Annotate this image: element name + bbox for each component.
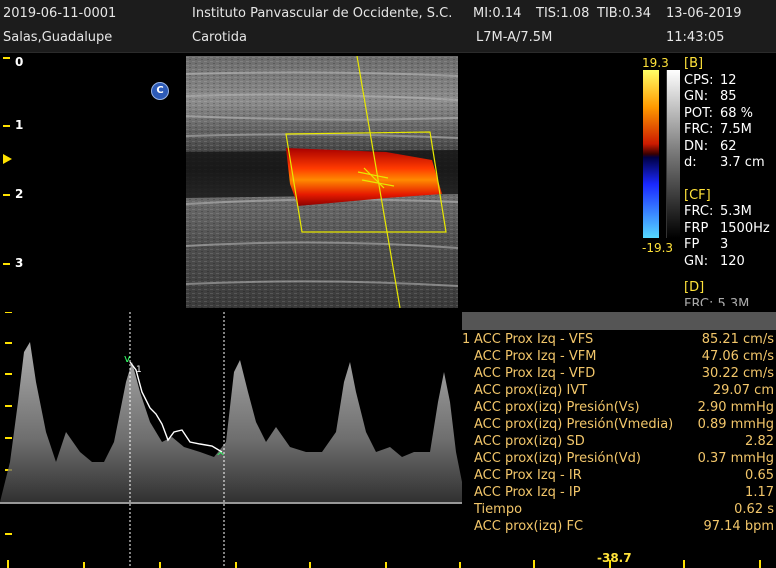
- orientation-badge-icon: C: [151, 82, 169, 100]
- depth-label: 0: [15, 55, 24, 69]
- exam-id: 2019-06-11-0001: [3, 6, 117, 21]
- measurement-row[interactable]: ACC Prox Izq - IR 0.65: [462, 468, 776, 485]
- header-bar: 2019-06-11-0001 Instituto Panvascular de…: [0, 0, 776, 53]
- exam-time: 11:43:05: [666, 30, 725, 45]
- cf-mode-header: [CF]: [684, 187, 711, 203]
- param-panel: [B] CPS: 12 GN: 85 POT: 68 % FRC: 7.5M DN: 62…: [684, 56, 776, 306]
- d-mode-partial: FRC: 5.3M: [684, 296, 750, 306]
- depth-tick: [3, 263, 10, 265]
- focus-marker-icon[interactable]: [3, 154, 12, 164]
- doppler-scale-readout: -38.7: [597, 551, 632, 565]
- param-row: GN: 120: [684, 253, 745, 269]
- measurement-row[interactable]: ACC prox(izq) FC 97.14 bpm: [462, 519, 776, 536]
- bmode-image[interactable]: [186, 56, 458, 308]
- colorbar-min: -19.3: [642, 241, 674, 255]
- param-row: FRC: 5.3M: [684, 204, 752, 219]
- exam-date: 13-06-2019: [666, 6, 742, 21]
- tib-readout: TIB:0.34: [597, 6, 652, 21]
- param-row: CPS: 12: [684, 72, 737, 88]
- param-row: d: 3.7 cm: [684, 155, 765, 170]
- depth-label: 2: [15, 187, 24, 201]
- measurement-row[interactable]: ACC Prox Izq - IP 1.17: [462, 485, 776, 502]
- param-row: POT: 68 %: [684, 105, 754, 121]
- measurement-row[interactable]: ACC prox(izq) IVT 29.07 cm: [462, 383, 776, 400]
- institution-name: Instituto Panvascular de Occidente, S.C.: [192, 6, 453, 21]
- doppler-spectrum[interactable]: v 1 ^: [0, 312, 462, 568]
- measurement-row[interactable]: Tiempo 0.62 s: [462, 502, 776, 519]
- measurement-panel-header: [462, 312, 776, 330]
- measurement-row[interactable]: 1 ACC Prox Izq - VFS 85.21 cm/s: [462, 332, 776, 349]
- depth-tick: [3, 57, 10, 59]
- param-row: FRC: 7.5M: [684, 122, 752, 137]
- measurement-row[interactable]: ACC Prox Izq - VFM 47.06 cm/s: [462, 349, 776, 366]
- patient-name: Salas,Guadalupe: [3, 30, 113, 45]
- measurement-row[interactable]: ACC prox(izq) Presión(Vd) 0.37 mmHg: [462, 451, 776, 468]
- d-mode-header: [D]: [684, 280, 705, 295]
- depth-tick: [3, 125, 10, 127]
- probe-name: L7M-A/7.5M: [476, 30, 553, 45]
- measurement-row[interactable]: ACC Prox Izq - VFD 30.22 cm/s: [462, 366, 776, 383]
- param-row: FRP 1500Hz: [684, 220, 770, 236]
- study-name: Carotida: [192, 30, 247, 45]
- param-row: GN: 85: [684, 89, 737, 104]
- measurement-row[interactable]: ACC prox(izq) SD 2.82: [462, 434, 776, 451]
- measurement-row[interactable]: ACC prox(izq) Presión(Vmedia) 0.89 mmHg: [462, 417, 776, 434]
- param-row: FP 3: [684, 237, 729, 252]
- tis-readout: TIS:1.08: [536, 6, 590, 21]
- measurement-list: 1 ACC Prox Izq - VFS 85.21 cm/s ACC Prox I…: [462, 332, 776, 540]
- time-scale-ticks: [7, 560, 461, 568]
- end-diastolic-marker-icon[interactable]: ^: [216, 450, 225, 463]
- depth-tick: [3, 194, 10, 196]
- measurement-index-icon: 1: [136, 365, 142, 375]
- colorbar: [643, 70, 659, 238]
- param-row: DN: 62: [684, 138, 737, 154]
- depth-scale: 0 1 2 3: [0, 52, 40, 312]
- depth-label: 1: [15, 118, 24, 132]
- grayscale-bar: [666, 70, 680, 238]
- peak-systolic-marker-icon[interactable]: v: [124, 352, 131, 365]
- spectral-waveform: [0, 342, 462, 504]
- b-mode-header: [B]: [684, 56, 704, 71]
- measurement-row[interactable]: ACC prox(izq) Presión(Vs) 2.90 mmHg: [462, 400, 776, 417]
- colorbar-max: 19.3: [642, 56, 669, 70]
- mi-readout: MI:0.14: [473, 6, 522, 21]
- depth-label: 3: [15, 256, 24, 270]
